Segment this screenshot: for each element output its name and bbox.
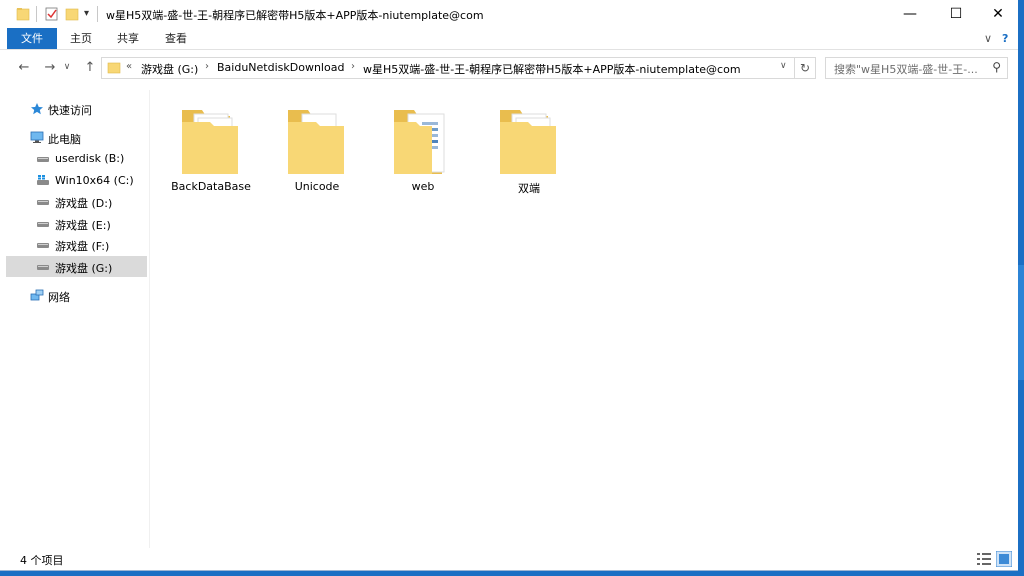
folder-icon [288, 110, 344, 174]
recent-locations-dropdown[interactable]: ∨ [60, 58, 74, 76]
sidebar-item-label: 游戏盘 (D:) [55, 197, 113, 210]
sidebar-item-label: 快速访问 [48, 104, 92, 117]
sidebar-item-label: Win10x64 (C:) [55, 174, 134, 187]
large-icons-view-icon[interactable] [996, 551, 1012, 567]
sidebar-item-network[interactable]: 网络 [6, 285, 147, 306]
drive-icon [37, 222, 49, 227]
refresh-button[interactable]: ↻ [795, 57, 816, 79]
collapse-ribbon-button[interactable]: ∨ [984, 32, 992, 45]
maximize-button[interactable]: ☐ [933, 0, 979, 28]
folder-name: 双端 [518, 182, 540, 195]
computer-icon [30, 131, 44, 143]
item-count: 4 个项目 [20, 554, 64, 567]
star-icon [31, 103, 43, 115]
sidebar-item-this-pc[interactable]: 此电脑 [6, 127, 147, 148]
sidebar-item-quick-access[interactable]: 快速访问 [6, 98, 147, 119]
network-icon [30, 289, 44, 301]
title-separator [36, 6, 37, 22]
title-separator [97, 6, 98, 22]
search-input[interactable]: 搜索"w星H5双端-盛-世-王-... [834, 61, 984, 77]
back-button[interactable]: ← [14, 58, 34, 76]
customize-quick-access-dropdown[interactable]: ▾ [84, 8, 89, 24]
windows-drive-icon [37, 175, 49, 185]
sidebar-item-label: 游戏盘 (G:) [55, 262, 113, 275]
close-button[interactable]: ✕ [975, 0, 1018, 28]
address-bar[interactable]: « 游戏盘 (G:) › BaiduNetdiskDownload › w星H5… [101, 57, 795, 79]
sidebar-item-label: 此电脑 [48, 133, 81, 146]
sidebar-item-drive-f[interactable]: 游戏盘 (F:) [6, 234, 147, 255]
properties-icon[interactable] [45, 6, 59, 22]
tab-view[interactable]: 查看 [156, 28, 196, 49]
search-icon[interactable]: ⚲ [992, 60, 1001, 74]
file-list: BackDataBase Unicode web 双端 [150, 90, 1018, 548]
folder-icon [394, 110, 445, 174]
folder-name: BackDataBase [171, 180, 251, 193]
address-segment-current[interactable]: w星H5双端-盛-世-王-朝程序已解密带H5版本+APP版本-niutempla… [363, 61, 741, 77]
ribbon-tabs: 文件 主页 共享 查看 ∨ ? [0, 28, 1018, 50]
folder-item-web[interactable]: web [378, 92, 468, 193]
folder-name: web [411, 180, 435, 193]
sidebar-item-drive-g[interactable]: 游戏盘 (G:) [6, 256, 147, 277]
folder-name: Unicode [294, 180, 340, 193]
folder-icon [500, 110, 556, 174]
forward-button[interactable]: → [40, 58, 60, 76]
explorer-window: ▾ w星H5双端-盛-世-王-朝程序已解密带H5版本+APP版本-niutemp… [0, 0, 1019, 571]
up-button[interactable]: ↑ [80, 58, 100, 76]
folder-item-unicode[interactable]: Unicode [272, 92, 362, 193]
minimize-button[interactable]: — [887, 0, 933, 28]
folder-icon [182, 110, 238, 174]
tab-share[interactable]: 共享 [108, 28, 148, 49]
drive-icon [37, 243, 49, 248]
navigation-bar: ← → ∨ ↑ « 游戏盘 (G:) › BaiduNetdiskDownloa… [0, 52, 1018, 82]
folder-item-backdatabase[interactable]: BackDataBase [166, 92, 256, 193]
title-bar: ▾ w星H5双端-盛-世-王-朝程序已解密带H5版本+APP版本-niutemp… [0, 0, 1018, 28]
sidebar-item-label: userdisk (B:) [55, 152, 125, 165]
search-box[interactable]: 搜索"w星H5双端-盛-世-王-... ⚲ [825, 57, 1008, 79]
drive-icon [37, 157, 49, 162]
tab-home[interactable]: 主页 [61, 28, 101, 49]
address-segment-download[interactable]: BaiduNetdiskDownload [217, 61, 344, 74]
window-title: w星H5双端-盛-世-王-朝程序已解密带H5版本+APP版本-niutempla… [106, 9, 484, 22]
desktop-edge-highlight [1018, 265, 1024, 380]
sidebar-item-label: 游戏盘 (E:) [55, 219, 111, 232]
new-folder-icon[interactable] [65, 6, 79, 22]
drive-icon [37, 265, 49, 270]
navigation-pane: 快速访问 此电脑 userdisk (B:) Win10x64 (C:) 游戏盘… [0, 90, 150, 548]
folder-icon[interactable] [16, 6, 30, 22]
details-view-icon[interactable] [976, 551, 992, 567]
sidebar-item-drive-e[interactable]: 游戏盘 (E:) [6, 213, 147, 234]
address-dropdown-button[interactable]: ∨ [780, 61, 787, 71]
sidebar-item-label: 网络 [48, 291, 70, 304]
help-button[interactable]: ? [1002, 32, 1008, 45]
drive-icon [37, 200, 49, 205]
sidebar-item-drive-d[interactable]: 游戏盘 (D:) [6, 191, 147, 212]
address-overflow-chevron[interactable]: « [126, 61, 132, 72]
sidebar-item-label: 游戏盘 (F:) [55, 240, 110, 253]
address-segment-drive[interactable]: 游戏盘 (G:) [141, 61, 198, 77]
address-separator[interactable]: › [351, 61, 355, 72]
folder-item-shuangduan[interactable]: 双端 [484, 92, 574, 195]
sidebar-item-drive-c[interactable]: Win10x64 (C:) [6, 170, 147, 191]
status-bar: 4 个项目 [0, 548, 1018, 570]
address-separator[interactable]: › [205, 61, 209, 72]
sidebar-item-drive-b[interactable]: userdisk (B:) [6, 148, 147, 169]
folder-icon [107, 62, 121, 74]
tab-file[interactable]: 文件 [7, 28, 57, 49]
